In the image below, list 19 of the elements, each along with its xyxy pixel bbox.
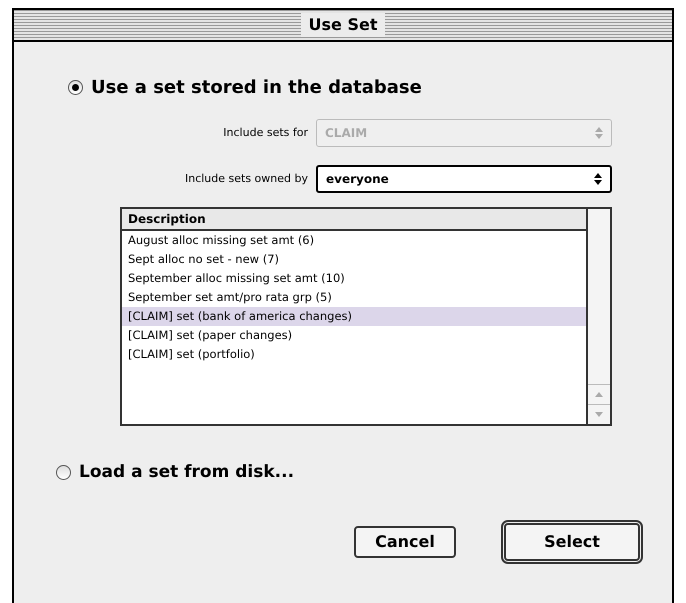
dialog-button[interactable]: Cancel [354,526,456,558]
window-title: Use Set [300,13,386,37]
field-label: Include sets owned by [184,170,308,187]
radio-label: Use a set stored in the database [91,76,422,100]
up-down-arrows-icon [594,173,602,185]
list-row[interactable]: [CLAIM] set (paper changes) [122,326,586,345]
radio-button[interactable] [56,465,71,480]
field-label: Include sets for [223,124,308,141]
list-row[interactable]: September set amt/pro rata grp (5) [122,288,586,307]
radio-label: Load a set from disk... [79,461,294,484]
list-row[interactable]: [CLAIM] set (bank of america changes) [122,307,586,326]
list-row[interactable]: [CLAIM] set (portfolio) [122,345,586,364]
up-down-arrows-icon [595,127,603,139]
list-row[interactable]: August alloc missing set amt (6) [122,231,586,250]
dropdown[interactable]: everyone [316,165,612,193]
list-row[interactable]: September alloc missing set amt (10) [122,269,586,288]
list-row[interactable]: Sept alloc no set - new (7) [122,250,586,269]
radio-button[interactable] [68,80,83,95]
column-header[interactable]: Description [122,209,586,231]
